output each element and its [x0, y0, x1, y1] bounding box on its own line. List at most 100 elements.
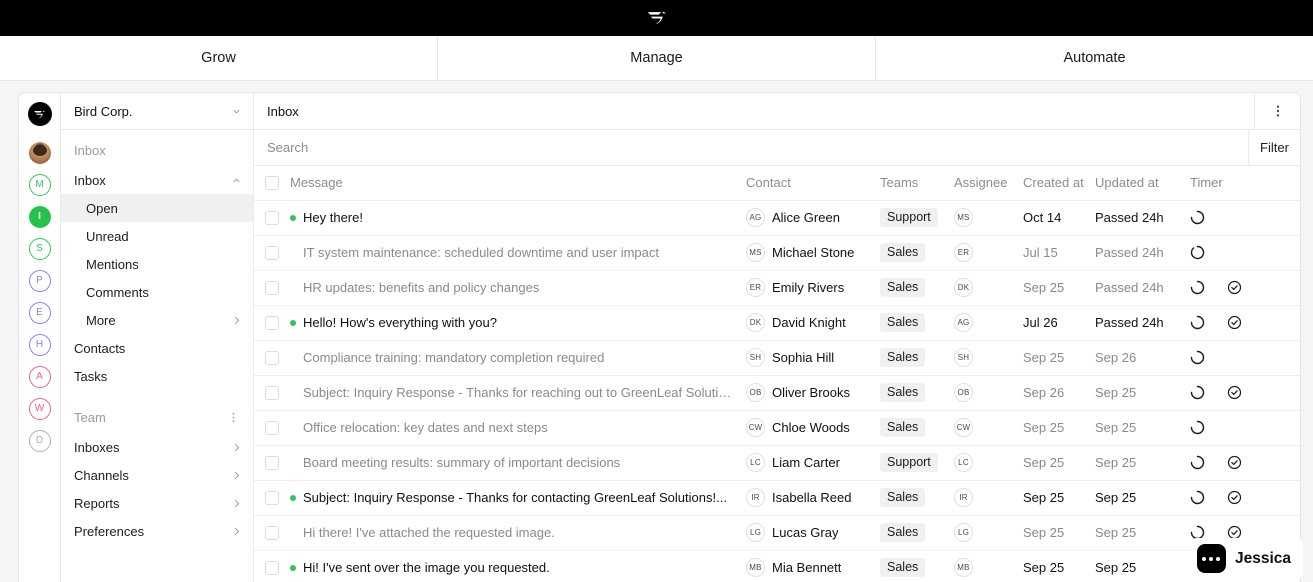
timer-spinner-icon: [1190, 385, 1205, 400]
column-header-created-at[interactable]: Created at: [1023, 175, 1095, 190]
column-header-contact[interactable]: Contact: [746, 175, 880, 190]
rail-avatar-i[interactable]: I: [28, 206, 51, 228]
cell-contact: LC Liam Carter: [746, 453, 880, 473]
search-input[interactable]: [254, 130, 1248, 165]
app-shell: MISPEHAWD Bird Corp. Inbox Inbox Open Un…: [0, 81, 1313, 582]
row-checkbox[interactable]: [265, 385, 279, 400]
cell-created-at: Sep 25: [1023, 560, 1065, 576]
table-row[interactable]: Subject: Inquiry Response - Thanks for c…: [254, 481, 1300, 516]
org-switcher[interactable]: Bird Corp.: [61, 93, 253, 130]
assignee-avatar[interactable]: LG: [954, 523, 973, 543]
row-select-cell: [254, 560, 290, 575]
rail-avatar-d[interactable]: D: [28, 430, 51, 452]
cell-timer: [1190, 420, 1300, 435]
table-row[interactable]: Subject: Inquiry Response - Thanks for r…: [254, 376, 1300, 411]
row-checkbox[interactable]: [265, 455, 279, 470]
resolve-check-icon[interactable]: [1227, 455, 1242, 470]
assignee-avatar[interactable]: AG: [954, 313, 973, 333]
table-row[interactable]: Hello! How's everything with you? DK David…: [254, 306, 1300, 341]
column-header-teams[interactable]: Teams: [880, 175, 954, 190]
tab-automate[interactable]: Automate: [876, 36, 1313, 80]
sidebar-item-unread[interactable]: Unread: [61, 222, 253, 250]
sidebar-item-tasks[interactable]: Tasks: [61, 362, 253, 390]
sidebar-item-mentions[interactable]: Mentions: [61, 250, 253, 278]
row-checkbox[interactable]: [265, 420, 279, 435]
table-row[interactable]: Office relocation: key dates and next st…: [254, 411, 1300, 446]
row-checkbox[interactable]: [265, 245, 279, 260]
row-checkbox[interactable]: [265, 350, 279, 365]
sidebar-item-channels[interactable]: Channels: [61, 461, 253, 489]
contact-avatar: LC: [746, 453, 765, 473]
row-checkbox[interactable]: [265, 315, 279, 330]
row-checkbox[interactable]: [265, 280, 279, 295]
assignee-avatar[interactable]: LC: [954, 453, 973, 473]
row-checkbox[interactable]: [265, 210, 279, 225]
bird-logo-icon: [646, 9, 668, 27]
rail-avatar-h[interactable]: H: [28, 334, 51, 356]
rail-avatar-p[interactable]: P: [28, 270, 51, 292]
column-header-updated-at[interactable]: Updated at: [1095, 175, 1190, 190]
rail-avatar-a[interactable]: A: [28, 366, 51, 388]
chevron-right-icon: [234, 527, 240, 535]
assignee-avatar[interactable]: DK: [954, 278, 973, 298]
assignee-avatar[interactable]: CW: [954, 418, 973, 438]
table-row[interactable]: Hey there! AG Alice Green Support MS Oct 14 Pa…: [254, 201, 1300, 236]
resolve-check-icon[interactable]: [1227, 490, 1242, 505]
sidebar-item-inboxes[interactable]: Inboxes: [61, 433, 253, 461]
row-checkbox[interactable]: [265, 490, 279, 505]
resolve-check-icon[interactable]: [1227, 315, 1242, 330]
row-checkbox[interactable]: [265, 525, 279, 540]
sidebar-item-comments[interactable]: Comments: [61, 278, 253, 306]
cell-timer: [1190, 385, 1300, 400]
select-all-checkbox[interactable]: [265, 175, 279, 190]
cell-teams: Support: [880, 208, 954, 227]
product-tabs: Grow Manage Automate: [0, 36, 1313, 81]
rail-avatar-m[interactable]: M: [28, 174, 51, 196]
conversation-table: Message Contact Teams Assignee Created a…: [254, 166, 1300, 582]
rail-avatar-e[interactable]: E: [28, 302, 51, 324]
sidebar-item-reports[interactable]: Reports: [61, 489, 253, 517]
sidebar-item-contacts[interactable]: Contacts: [61, 334, 253, 362]
table-row[interactable]: IT system maintenance: scheduled downtim…: [254, 236, 1300, 271]
assignee-avatar[interactable]: IR: [954, 488, 973, 508]
contact-avatar: DK: [746, 313, 765, 333]
row-checkbox[interactable]: [265, 560, 279, 575]
header-more-button[interactable]: [1254, 93, 1300, 129]
chat-widget[interactable]: Jessica: [1190, 538, 1303, 579]
table-row[interactable]: Board meeting results: summary of import…: [254, 446, 1300, 481]
table-row[interactable]: Hi! I've sent over the image you request…: [254, 551, 1300, 582]
table-row[interactable]: Compliance training: mandatory completio…: [254, 341, 1300, 376]
table-row[interactable]: HR updates: benefits and policy changes E…: [254, 271, 1300, 306]
cell-timer: [1190, 210, 1300, 225]
rail-avatar-w[interactable]: W: [28, 398, 51, 420]
assignee-avatar[interactable]: MB: [954, 558, 973, 578]
kebab-vertical-icon[interactable]: [227, 411, 240, 424]
assignee-avatar[interactable]: MS: [954, 208, 973, 228]
sidebar-item-inbox-group[interactable]: Inbox: [61, 166, 253, 194]
assignee-avatar[interactable]: SH: [954, 348, 973, 368]
rail-bird-logo-icon[interactable]: [27, 102, 52, 126]
resolve-check-icon[interactable]: [1227, 280, 1242, 295]
sidebar-item-more[interactable]: More: [61, 306, 253, 334]
cell-timer: [1190, 245, 1300, 260]
contact-name: Mia Bennett: [772, 560, 842, 576]
assignee-avatar[interactable]: ER: [954, 243, 973, 263]
user-avatar-photo[interactable]: [28, 142, 51, 164]
resolve-check-icon[interactable]: [1227, 385, 1242, 400]
column-header-assignee[interactable]: Assignee: [954, 175, 1023, 190]
rail-avatar-s[interactable]: S: [28, 238, 51, 260]
contact-name: Liam Carter: [772, 455, 840, 471]
tab-grow[interactable]: Grow: [0, 36, 438, 80]
sidebar-item-open[interactable]: Open: [61, 194, 253, 222]
cell-teams: Sales: [880, 348, 954, 367]
column-header-message[interactable]: Message: [290, 175, 746, 190]
filter-button[interactable]: Filter: [1248, 130, 1300, 165]
table-row[interactable]: Hi there! I've attached the requested im…: [254, 516, 1300, 551]
assignee-avatar[interactable]: OB: [954, 383, 973, 403]
team-badge: Sales: [880, 278, 926, 297]
tab-manage[interactable]: Manage: [438, 36, 876, 80]
column-header-timer[interactable]: Timer: [1190, 175, 1300, 190]
cell-contact: OB Oliver Brooks: [746, 383, 880, 403]
chevron-right-icon: [234, 316, 240, 324]
sidebar-item-preferences[interactable]: Preferences: [61, 517, 253, 545]
